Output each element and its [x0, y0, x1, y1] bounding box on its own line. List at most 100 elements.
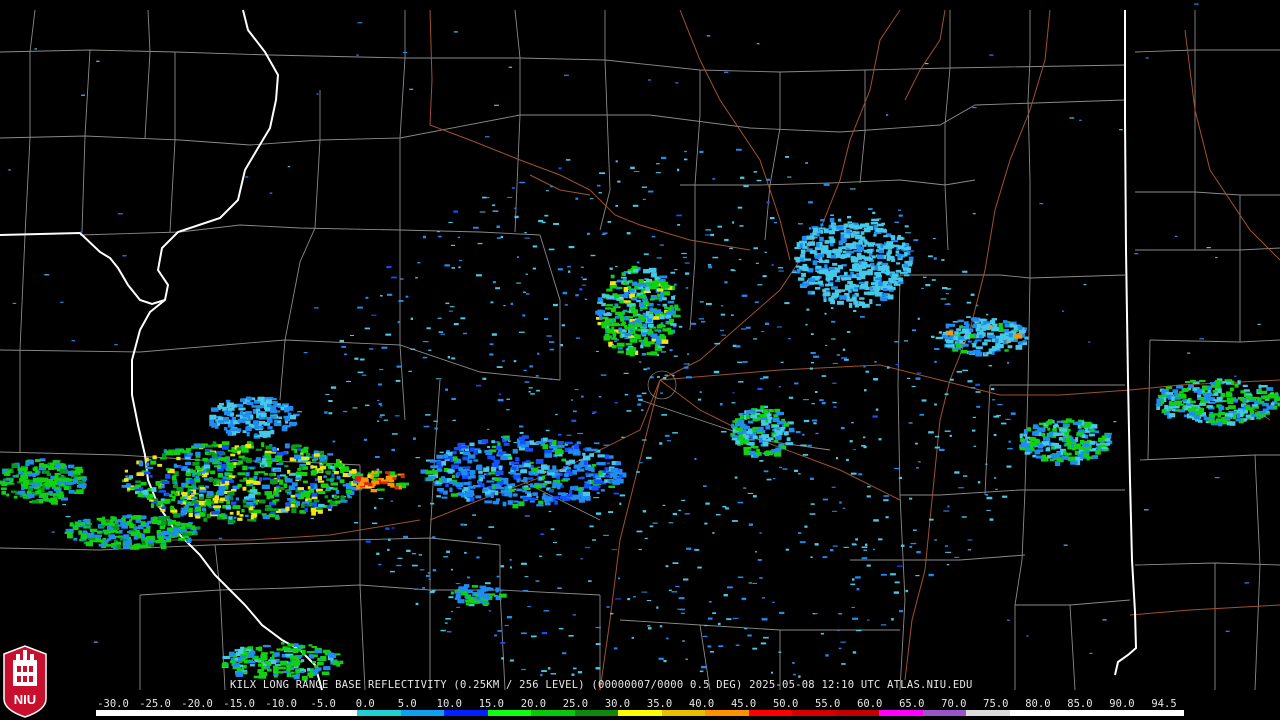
county-line [279, 90, 321, 401]
county-line [429, 379, 441, 539]
radar-reflectivity-echoes [0, 3, 1280, 681]
scale-label: 60.0 [857, 698, 883, 710]
county-line [539, 234, 561, 380]
county-line [19, 9, 36, 452]
radar-map [0, 3, 1280, 691]
county-line [1139, 454, 1280, 461]
county-line [1149, 339, 1280, 343]
county-line [79, 224, 541, 236]
county-line [1135, 247, 1280, 251]
scale-label: 70.0 [941, 698, 967, 710]
county-line [1135, 191, 1280, 196]
county-line [1254, 454, 1261, 691]
color-swatch [270, 710, 314, 716]
color-swatch [183, 710, 227, 716]
color-swatch [966, 710, 1010, 716]
color-swatch [661, 710, 706, 716]
radar-stage: NIU KILX LONG RANGE BASE REFLECTIVITY (0… [0, 0, 1280, 720]
county-line [689, 70, 701, 331]
scale-label: 55.0 [815, 698, 841, 710]
color-swatch [1140, 710, 1184, 716]
color-swatch [139, 710, 184, 716]
county-line [169, 52, 176, 233]
county-line [1069, 604, 1076, 691]
color-swatch [1096, 710, 1141, 716]
highway-line [1129, 604, 1280, 616]
highway-line [904, 9, 946, 101]
color-swatch [922, 710, 967, 716]
highway-line [429, 9, 751, 251]
highway-line [659, 379, 901, 501]
scale-label: 0.0 [355, 698, 375, 710]
county-line [859, 70, 866, 184]
county-line [619, 619, 900, 631]
color-swatch [96, 710, 140, 716]
color-swatch [748, 710, 793, 716]
scale-label: 15.0 [478, 698, 505, 710]
scale-label: -25.0 [139, 698, 171, 710]
county-boundaries [0, 9, 1280, 691]
color-swatch [879, 710, 923, 716]
county-line [1014, 10, 1031, 690]
highway-line [1184, 29, 1280, 261]
scale-label: -15.0 [223, 698, 255, 710]
scale-label: 5.0 [397, 698, 417, 710]
color-swatch [618, 710, 662, 716]
color-swatch [313, 710, 358, 716]
color-swatch [574, 710, 619, 716]
color-swatch [400, 710, 445, 716]
highways [170, 9, 1280, 691]
scale-label: 90.0 [1109, 698, 1135, 710]
county-line [1015, 599, 1131, 606]
county-line [1134, 49, 1280, 53]
reflectivity-color-bar [96, 710, 1184, 716]
product-label: KILX LONG RANGE BASE REFLECTIVITY (0.25K… [230, 679, 973, 691]
scale-label: 30.0 [604, 698, 631, 710]
county-line [514, 9, 521, 233]
county-line [139, 584, 601, 596]
county-line [81, 49, 91, 233]
color-swatch [444, 710, 488, 716]
color-swatch [705, 710, 749, 716]
color-swatch [531, 710, 575, 716]
radar-site-center-icon [647, 370, 677, 400]
scale-label: 94.5 [1151, 698, 1177, 710]
scale-label: 50.0 [772, 698, 799, 710]
county-line [897, 274, 906, 691]
color-swatch [835, 710, 880, 716]
state-border-illinois-indiana [1114, 10, 1138, 676]
county-line [1147, 339, 1151, 461]
scale-label: 80.0 [1025, 698, 1051, 710]
county-line [0, 339, 561, 381]
county-line [214, 544, 226, 691]
scale-label: 85.0 [1067, 698, 1093, 710]
scale-label: -20.0 [181, 698, 213, 710]
scale-label: 10.0 [436, 698, 462, 710]
county-line [599, 10, 611, 231]
color-scale-labels: -30.0 -25.0 -20.0 -15.0 -10.0 -5.0 0.0 5.0 10.0 1… [0, 698, 1280, 710]
scale-label: -30.0 [97, 698, 129, 710]
scale-label: 65.0 [899, 698, 925, 710]
color-swatch [1009, 710, 1054, 716]
scale-label: -10.0 [265, 698, 297, 710]
county-line [984, 384, 991, 496]
scale-label: 45.0 [730, 698, 757, 710]
county-line [0, 99, 1126, 146]
county-line [144, 9, 151, 139]
color-swatch [357, 710, 401, 716]
color-swatch [226, 710, 271, 716]
county-line [359, 465, 366, 691]
highway-line [599, 379, 661, 691]
county-line [900, 489, 1125, 496]
color-swatch [1053, 710, 1097, 716]
county-line [1134, 562, 1280, 566]
highway-line [679, 9, 791, 261]
county-line [850, 554, 1026, 561]
highway-line [170, 519, 421, 541]
scale-label: 35.0 [646, 698, 673, 710]
scale-label: 20.0 [520, 698, 547, 710]
scale-label: 40.0 [688, 698, 715, 710]
county-line [399, 10, 406, 421]
scale-label: 75.0 [983, 698, 1009, 710]
scale-label: 25.0 [562, 698, 589, 710]
